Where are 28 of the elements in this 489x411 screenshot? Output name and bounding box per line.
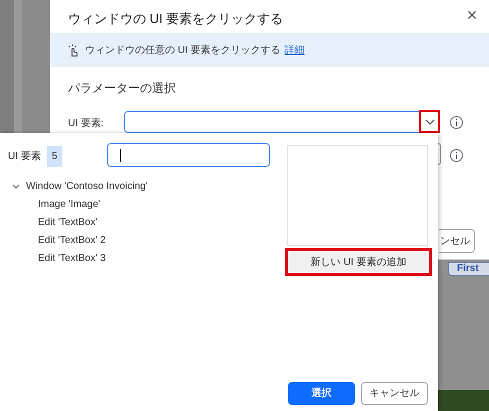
details-link[interactable]: 詳細 — [284, 42, 305, 58]
panel-label: UI 要素 — [8, 150, 41, 164]
field-label: UI 要素: — [68, 116, 104, 131]
section-heading: パラメーターの選択 — [68, 80, 176, 97]
tree-item[interactable]: Edit 'TextBox' 3 — [38, 250, 106, 266]
add-ui-element-button[interactable]: 新しい UI 要素の追加 — [285, 248, 432, 276]
pointer-click-icon — [68, 44, 79, 56]
info-icon[interactable] — [450, 149, 463, 162]
info-text: ウィンドウの任意の UI 要素をクリックする — [85, 44, 281, 58]
tree-item[interactable]: Image 'Image' — [38, 196, 100, 212]
photo-placeholder — [438, 390, 489, 411]
dialog-title: ウィンドウの UI 要素をクリックする — [68, 10, 284, 28]
close-button[interactable]: × — [464, 5, 480, 25]
ui-element-dropdown[interactable] — [124, 111, 440, 133]
chevron-down-icon — [424, 118, 434, 124]
info-icon[interactable] — [450, 116, 463, 129]
search-field[interactable] — [107, 143, 270, 167]
tree-item[interactable]: Edit 'TextBox' 2 — [38, 232, 106, 248]
app-tab[interactable]: First — [448, 262, 489, 276]
chevron-down-icon[interactable] — [12, 184, 20, 188]
tree-item[interactable]: Window 'Contoso Invoicing' — [26, 178, 148, 194]
select-button[interactable]: 選択 — [288, 382, 355, 405]
text-cursor — [120, 148, 121, 162]
dropdown-button[interactable] — [419, 110, 440, 133]
tree-item[interactable]: Edit 'TextBox' — [38, 214, 98, 230]
cancel-button[interactable]: キャンセル — [361, 382, 428, 405]
cancel-button[interactable]: ンセル — [439, 229, 475, 253]
count-badge: 5 — [46, 146, 62, 167]
